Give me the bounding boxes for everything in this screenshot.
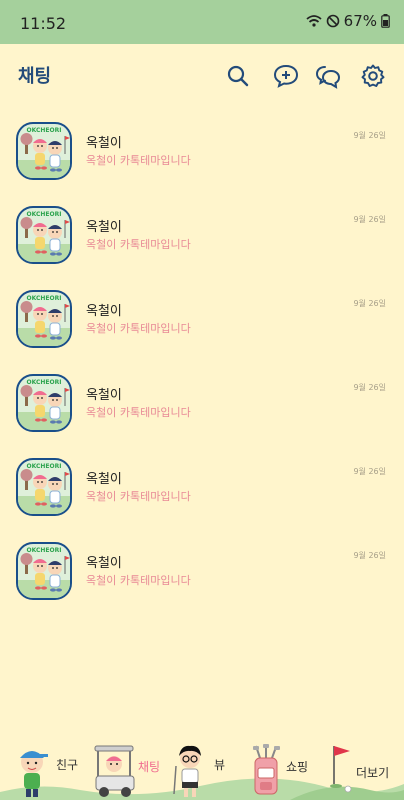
chat-last-message: 옥철이 카톡테마입니다 xyxy=(86,406,191,419)
wifi-icon xyxy=(306,15,322,27)
chat-name: 옥철이 xyxy=(86,304,122,319)
tab-friends[interactable]: 친구 xyxy=(12,744,88,800)
battery-icon xyxy=(381,14,390,28)
chat-timestamp: 9월 26일 xyxy=(353,467,386,476)
battery-percent: 67% xyxy=(343,12,377,30)
chat-avatar: OKCHEORI xyxy=(16,206,72,264)
golf-cart-icon xyxy=(94,745,135,797)
chat-name: 옥철이 xyxy=(86,556,122,571)
chat-name: 옥철이 xyxy=(86,388,122,403)
chat-timestamp: 9월 26일 xyxy=(353,299,386,308)
chat-timestamp: 9월 26일 xyxy=(353,383,386,392)
chat-name: 옥철이 xyxy=(86,220,122,235)
golf-flag-icon xyxy=(330,746,352,793)
avatar-label: OKCHEORI xyxy=(26,295,62,302)
chat-list-item[interactable]: OKCHEORI 옥철이 옥철이 카톡테마입니다 9월 26일 xyxy=(0,110,404,194)
app-header: 채팅 xyxy=(0,44,404,106)
chat-list-item[interactable]: OKCHEORI 옥철이 옥철이 카톡테마입니다 9월 26일 xyxy=(0,446,404,530)
settings-icon xyxy=(361,64,385,87)
avatar-label: OKCHEORI xyxy=(26,547,62,554)
search-icon xyxy=(227,65,249,87)
avatar-label: OKCHEORI xyxy=(26,379,62,386)
tab-shopping[interactable]: 쇼핑 xyxy=(250,744,326,800)
search-button[interactable] xyxy=(225,63,251,89)
chat-list-item[interactable]: OKCHEORI 옥철이 옥철이 카톡테마입니다 9월 26일 xyxy=(0,530,404,614)
status-time: 11:52 xyxy=(20,14,67,33)
chat-last-message: 옥철이 카톡테마입니다 xyxy=(86,154,191,167)
tab-label: 더보기 xyxy=(356,766,390,780)
tab-label: 친구 xyxy=(56,758,79,772)
chat-last-message: 옥철이 카톡테마입니다 xyxy=(86,574,191,587)
avatar-label: OKCHEORI xyxy=(26,211,62,218)
chat-timestamp: 9월 26일 xyxy=(353,131,386,140)
avatar-label: OKCHEORI xyxy=(26,127,62,134)
page-title: 채팅 xyxy=(18,66,52,87)
chat-avatar: OKCHEORI xyxy=(16,122,72,180)
tab-view[interactable]: 뷰 xyxy=(172,744,248,800)
avatar-label: OKCHEORI xyxy=(26,463,62,470)
chat-avatar: OKCHEORI xyxy=(16,290,72,348)
chat-list-item[interactable]: OKCHEORI 옥철이 옥철이 카톡테마입니다 9월 26일 xyxy=(0,362,404,446)
chat-avatar: OKCHEORI xyxy=(16,542,72,600)
settings-button[interactable] xyxy=(360,63,386,89)
chat-avatar: OKCHEORI xyxy=(16,374,72,432)
chat-last-message: 옥철이 카톡테마입니다 xyxy=(86,238,191,251)
open-chat-icon xyxy=(315,66,341,89)
chat-last-message: 옥철이 카톡테마입니다 xyxy=(86,322,191,335)
friends-character-icon xyxy=(20,751,48,797)
chat-timestamp: 9월 26일 xyxy=(353,215,386,224)
chat-name: 옥철이 xyxy=(86,136,122,151)
open-chat-button[interactable] xyxy=(315,63,341,89)
chat-avatar: OKCHEORI xyxy=(16,458,72,516)
chat-name: 옥철이 xyxy=(86,472,122,487)
do-not-disturb-icon xyxy=(326,14,339,28)
tab-label: 채팅 xyxy=(138,760,161,774)
tab-more[interactable]: 더보기 xyxy=(328,744,404,800)
new-chat-button[interactable] xyxy=(273,63,299,89)
status-bar: 11:52 67% xyxy=(0,0,404,44)
bottom-tab-bar: 친구 채팅 뷰 쇼핑 더보기 xyxy=(0,740,404,800)
new-chat-icon xyxy=(273,64,299,88)
chat-list-item[interactable]: OKCHEORI 옥철이 옥철이 카톡테마입니다 9월 26일 xyxy=(0,278,404,362)
chat-list: OKCHEORI 옥철이 옥철이 카톡테마입니다 9월 26일 OKCHEORI… xyxy=(0,110,404,614)
tab-label: 뷰 xyxy=(214,758,226,772)
status-icons: 67% xyxy=(306,12,390,30)
golfer-character-icon xyxy=(173,745,201,797)
chat-timestamp: 9월 26일 xyxy=(353,551,386,560)
tab-chat[interactable]: 채팅 xyxy=(92,744,168,800)
chat-last-message: 옥철이 카톡테마입니다 xyxy=(86,490,191,503)
chat-list-item[interactable]: OKCHEORI 옥철이 옥철이 카톡테마입니다 9월 26일 xyxy=(0,194,404,278)
tab-label: 쇼핑 xyxy=(286,760,309,774)
golf-bag-icon xyxy=(253,744,280,795)
